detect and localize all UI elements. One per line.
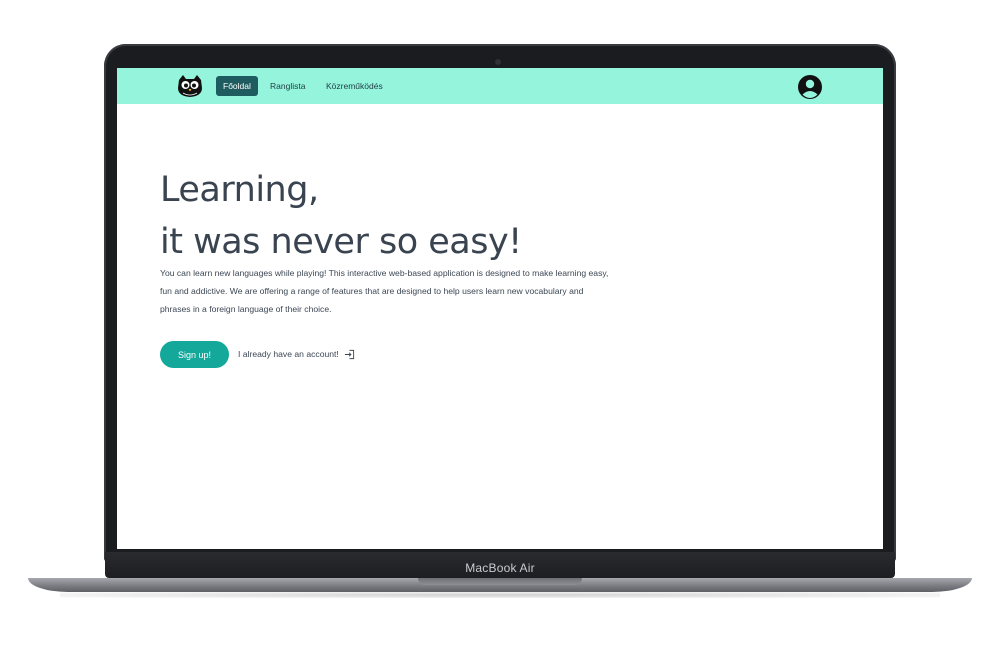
nav-item-fooldal[interactable]: Főoldal <box>216 76 258 96</box>
login-link[interactable]: I already have an account! <box>238 347 355 361</box>
user-circle-icon[interactable] <box>797 74 823 100</box>
sign-in-icon <box>345 350 355 360</box>
owl-logo-icon[interactable] <box>175 74 205 98</box>
nav-item-ranglista[interactable]: Ranglista <box>263 76 312 96</box>
screen: Főoldal Ranglista Közreműködés Learning,… <box>117 68 883 549</box>
hero-title: Learning, it was never so easy! <box>160 164 760 268</box>
camera <box>495 59 501 65</box>
hero-description: You can learn new languages while playin… <box>160 268 609 314</box>
signup-button[interactable]: Sign up! <box>160 341 229 368</box>
hero-title-line2: it was never so easy! <box>160 222 522 262</box>
device-brand-label: MacBook Air <box>465 561 535 575</box>
nav-item-kozremukodes[interactable]: Közreműködés <box>319 76 390 96</box>
login-link-label: I already have an account! <box>238 349 339 359</box>
navbar: Főoldal Ranglista Közreműködés <box>117 68 883 104</box>
laptop-shadow <box>60 592 940 598</box>
laptop-base-notch <box>418 578 582 585</box>
hero-title-line1: Learning, <box>160 170 319 210</box>
